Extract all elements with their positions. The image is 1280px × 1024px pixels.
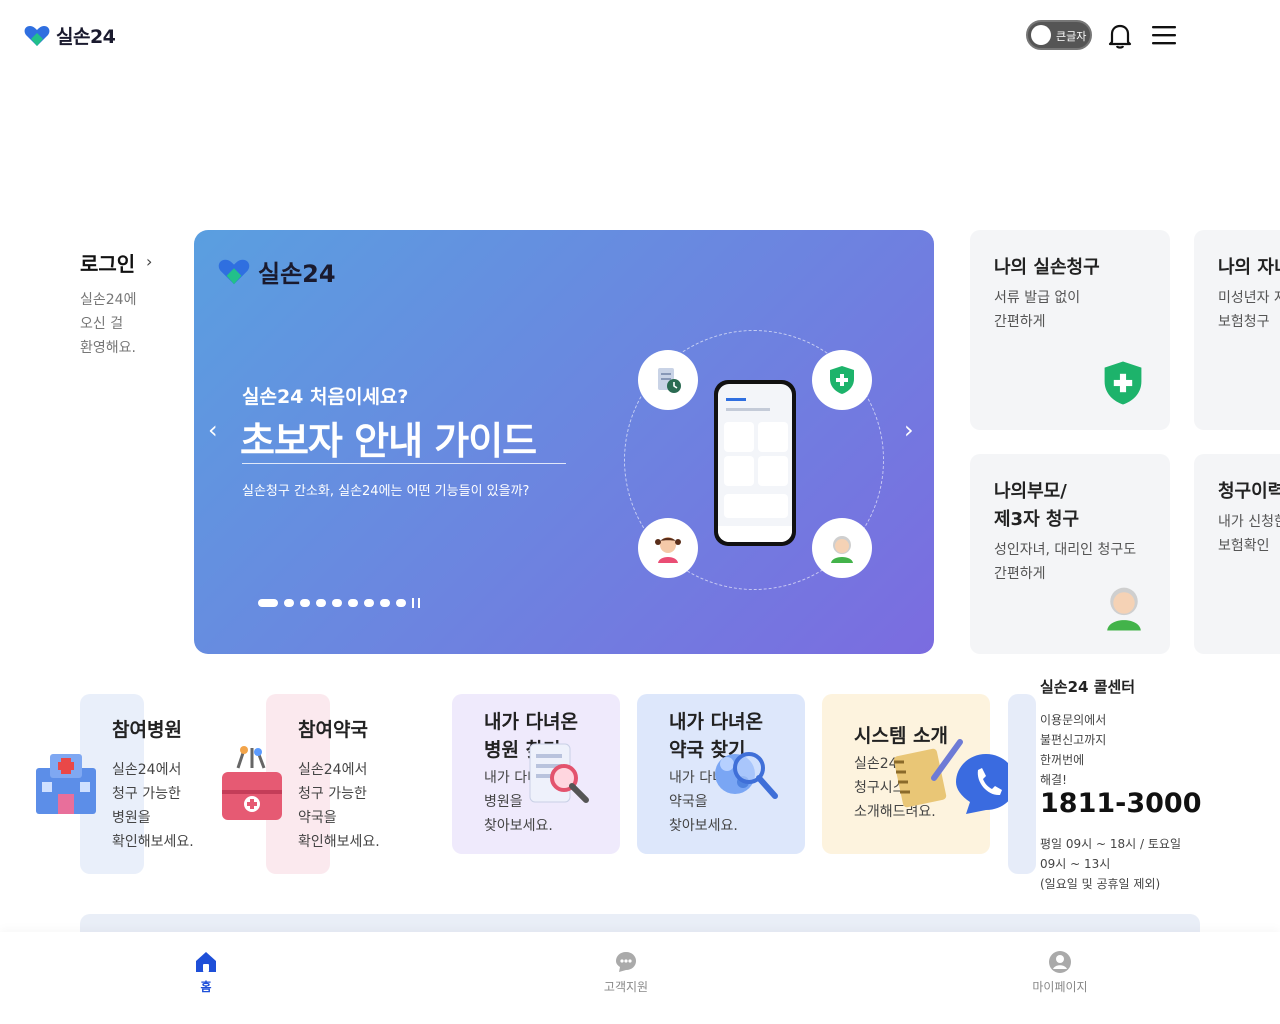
slide-dot[interactable] [396, 599, 406, 607]
slide-dot[interactable] [258, 599, 278, 607]
banner-subtitle: 실손24 처음이세요? [242, 386, 409, 408]
card-my-claim[interactable]: 나의 실손청구 서류 발급 없이 간편하게 [970, 230, 1170, 430]
heart-logo-icon [218, 259, 250, 284]
hospital-icon [36, 754, 96, 814]
login-desc-line: 실손24에 [80, 292, 137, 308]
slide-dot[interactable] [316, 599, 326, 607]
card-desc: 서류 발급 없이 간편하게 [994, 290, 1081, 330]
slide-dot[interactable] [332, 599, 342, 607]
grandparent-icon [1107, 587, 1141, 631]
heart-logo-icon [24, 25, 50, 46]
child-icon [638, 518, 698, 578]
slide-dot[interactable] [284, 599, 294, 607]
hamburger-menu-icon[interactable] [1152, 24, 1176, 46]
bell-icon[interactable] [1106, 22, 1134, 50]
card-title: 나의 실손청구 [994, 257, 1100, 278]
card-my-child[interactable]: 나의 자녀 미성년자 자보험청구 [1194, 230, 1280, 430]
card-title: 참여약국 [298, 719, 368, 741]
banner-desc: 실손청구 간소화, 실손24에는 어떤 기능들이 있을까? [242, 484, 530, 499]
toggle-label: 큰글자 [1056, 30, 1087, 43]
phone-screen [718, 384, 792, 542]
shield-plus-icon [812, 350, 872, 410]
call-center-desc: 이용문의에서 불편신고까지 한꺼번에 해결! [1040, 713, 1107, 787]
header: 실손24 큰글자 [0, 0, 1280, 72]
banner-title: 초보자 안내 가이드 [240, 419, 537, 463]
card-desc: 실손24에서 청구 가능한 약국을 확인해보세요. [298, 762, 380, 850]
login-desc-line: 환영해요. [80, 340, 136, 356]
card-parent-third-party[interactable]: 나의부모/제3자 청구 성인자녀, 대리인 청구도 간편하게 [970, 454, 1170, 654]
grandparent-icon [812, 518, 872, 578]
card-title: 나의부모/제3자 청구 [994, 481, 1080, 530]
nav-mypage[interactable]: 마이페이지 [1020, 950, 1100, 995]
call-center-hours: 평일 09시 ~ 18시 / 토요일 09시 ~ 13시 (일요일 및 공휴일 제외… [1040, 837, 1181, 891]
guide-banner[interactable]: 실손24 실손24 처음이세요? 초보자 안내 가이드 실손청구 간소화, 실손… [194, 230, 934, 654]
logo[interactable]: 실손24 [24, 22, 116, 49]
toggle-knob [1031, 25, 1051, 45]
logo-text: 실손24 [56, 26, 116, 48]
chevron-right-icon[interactable]: › [146, 252, 152, 271]
card-title: 청구이력 [1218, 481, 1280, 502]
banner-next-arrow-icon[interactable]: › [904, 416, 914, 444]
card-participating-hospital[interactable]: 참여병원 실손24에서 청구 가능한 병원을 확인해보세요. [36, 694, 194, 874]
card-title: 참여병원 [112, 719, 182, 741]
slide-dot[interactable] [348, 599, 358, 607]
nav-customer-support[interactable]: 고객지원 [586, 950, 666, 995]
card-desc: 실손24에서 청구 가능한 병원을 확인해보세요. [112, 762, 194, 850]
chat-bubble-icon [616, 952, 636, 972]
card-desc: 내가 신청한 보험확인 [1218, 514, 1280, 554]
nav-label: 홈 [200, 980, 212, 994]
call-center-card-bg [1008, 694, 1036, 874]
nav-label: 마이페이지 [1032, 980, 1088, 994]
login-link[interactable]: 로그인 [80, 248, 135, 277]
bottom-nav: 홈 고객지원 마이페이지 [0, 932, 1280, 1024]
shield-plus-icon [1104, 361, 1142, 405]
card-find-visited-hospital[interactable]: 내가 다녀온 병원 찾기 내가 다녀온 병원을 찾아보세요. [452, 694, 620, 854]
slide-dot[interactable] [380, 599, 390, 607]
slide-dot[interactable] [364, 599, 374, 607]
card-desc: 미성년자 자 보험청구 [1218, 290, 1280, 330]
card-find-visited-pharmacy[interactable]: 내가 다녀온 약국 찾기 내가 다녀온 약국을 찾아보세요. [637, 694, 805, 854]
call-center-title: 실손24 콜센터 [1040, 678, 1136, 696]
banner-pagination [258, 598, 420, 608]
large-text-toggle[interactable]: 큰글자 [1026, 20, 1092, 50]
login-desc-line: 오신 걸 [80, 316, 124, 332]
banner-logo-text: 실손24 [258, 260, 336, 288]
slide-dot[interactable] [300, 599, 310, 607]
medicine-box-icon [222, 746, 282, 820]
banner-logo: 실손24 [218, 254, 336, 289]
pause-icon[interactable] [412, 598, 420, 608]
call-center-phone[interactable]: 1811-3000 [1040, 788, 1202, 819]
card-title: 나의 자녀 [1218, 257, 1280, 278]
login-welcome: 실손24에 오신 걸 환영해요. [80, 288, 180, 360]
card-claim-history[interactable]: 청구이력 내가 신청한 보험확인 [1194, 454, 1280, 654]
nav-label: 고객지원 [603, 980, 649, 994]
user-icon [1049, 951, 1071, 973]
document-search-icon [529, 743, 589, 803]
banner-prev-arrow-icon[interactable]: ‹ [208, 416, 218, 444]
pill-search-icon [715, 752, 778, 799]
phone-mockup [714, 380, 796, 546]
banner-divider [242, 463, 566, 464]
home-icon [196, 952, 216, 972]
nav-home[interactable]: 홈 [166, 950, 246, 995]
document-clock-icon [638, 350, 698, 410]
card-participating-pharmacy[interactable]: 참여약국 실손24에서 청구 가능한 약국을 확인해보세요. [222, 694, 380, 874]
